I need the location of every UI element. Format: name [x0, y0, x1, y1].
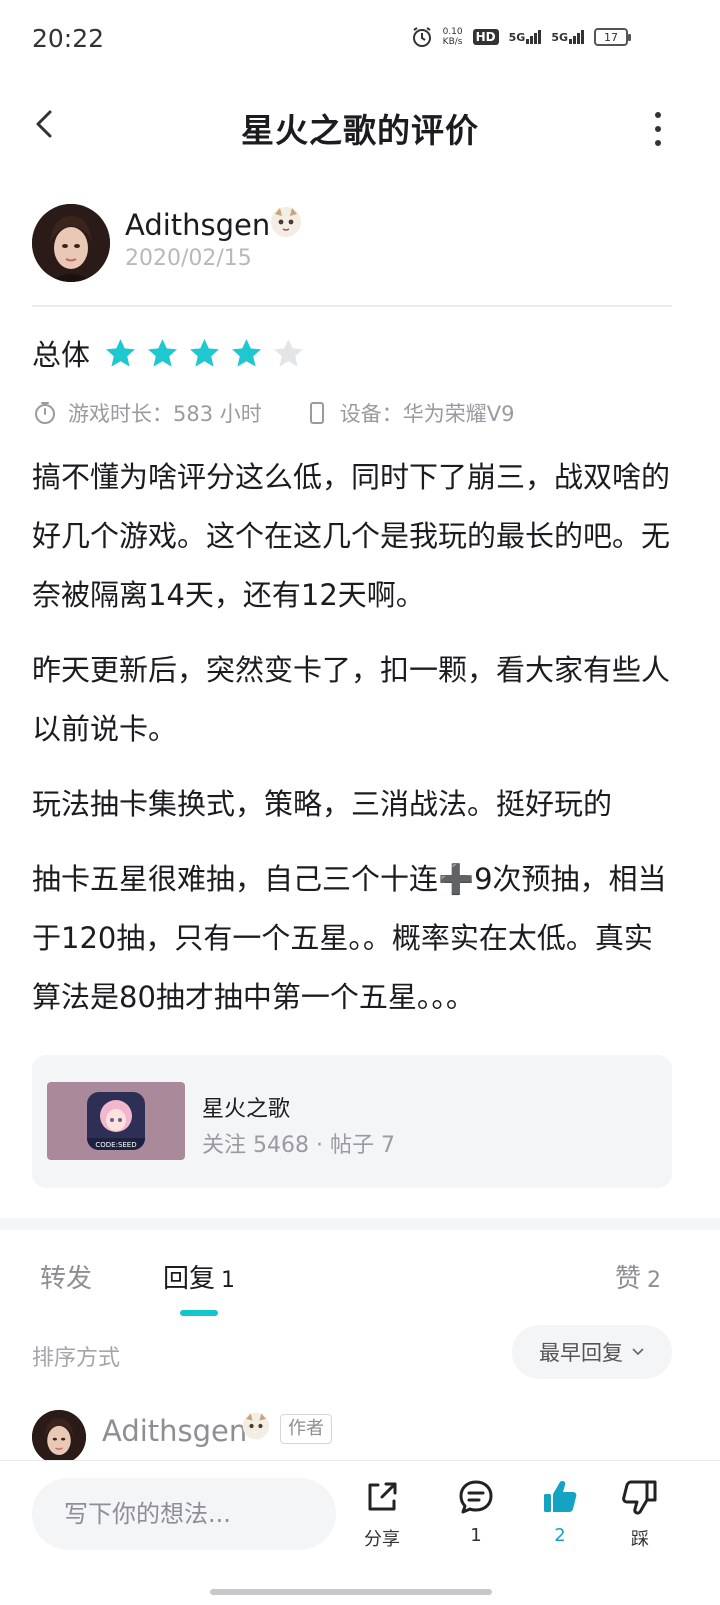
signal-sim1-icon: 5G [509, 30, 542, 44]
section-separator [0, 1218, 720, 1230]
alarm-icon [412, 27, 431, 47]
comment-input[interactable]: 写下你的想法... [32, 1478, 336, 1550]
filled-star-icon [106, 338, 135, 367]
tab-forward[interactable]: 转发 [40, 1258, 92, 1295]
tab-like-label: 赞 [615, 1264, 642, 1294]
page-title: 星火之歌的评价 [241, 111, 479, 150]
empty-star-icon [274, 338, 303, 367]
share-button[interactable]: 分享 [352, 1477, 412, 1551]
tab-like[interactable]: 赞2 [615, 1258, 661, 1295]
author-tag: 作者 [280, 1414, 332, 1444]
review-meta: 游戏时长：583 小时 设备：华为荣耀V9 [32, 398, 515, 428]
sim2-label: 5G [551, 31, 568, 44]
dislike-label: 踩 [631, 1529, 649, 1550]
game-name: 星火之歌 [202, 1097, 291, 1122]
sim1-label: 5G [508, 31, 526, 44]
filled-star-icon [148, 338, 177, 367]
battery-level: 17 [604, 30, 618, 44]
interaction-tabs: 转发 回复 1 赞2 [0, 1250, 720, 1320]
hd-voice-icon: HD [472, 29, 499, 45]
game-logo-text: CODE:SEED [95, 1141, 136, 1149]
tab-reply[interactable]: 回复 1 [163, 1258, 235, 1295]
review-paragraph: 抽卡五星很难抽，自己三个十连➕9次预抽，相当于120抽，只有一个五星。。概率实在… [32, 862, 667, 1014]
share-label: 分享 [364, 1529, 400, 1550]
author-name[interactable]: Adithsgen [125, 208, 270, 242]
tab-reply-count: 1 [221, 1268, 236, 1293]
review-body: 搞不懂为啥评分这么低，同时下了崩三，战双啥的好几个游戏。这个在这几个是我玩的最长… [32, 448, 672, 1043]
comment-count: 1 [470, 1525, 482, 1546]
status-bar: 20:22 0.10 KB/s HD 5G 5G 17 [0, 0, 720, 80]
tab-reply-label: 回复 [163, 1264, 216, 1294]
battery-icon: 17 [594, 28, 631, 46]
playtime: 游戏时长：583 小时 [68, 402, 262, 426]
sort-label: 排序方式 [32, 1346, 121, 1371]
device: 设备：华为荣耀V9 [339, 402, 515, 426]
share-icon [368, 1482, 397, 1511]
more-options-icon[interactable] [652, 112, 664, 146]
reply-author-name[interactable]: Adithsgen [102, 1414, 247, 1448]
stopwatch-icon [35, 402, 55, 424]
game-app-icon: CODE:SEED [87, 1092, 145, 1150]
avatar[interactable] [32, 1410, 86, 1464]
active-tab-indicator [180, 1310, 218, 1316]
avatar-image [32, 204, 110, 282]
creator-badge-icon [242, 1412, 270, 1440]
game-thumbnail: CODE:SEED [47, 1082, 185, 1160]
network-speed-unit: KB/s [442, 37, 463, 47]
bottom-action-bar: 写下你的想法... 分享 1 2 踩 [0, 1460, 720, 1605]
avatar[interactable] [32, 204, 110, 282]
thumbs-down-icon [622, 1480, 657, 1515]
chevron-down-icon [632, 1348, 644, 1356]
game-stats: 关注 5468 · 帖子 7 [202, 1133, 395, 1158]
rating-row: 总体 [32, 333, 305, 373]
review-paragraph: 昨天更新后，突然变卡了，扣一颗，看大家有些人以前说卡。 [32, 653, 671, 746]
divider [32, 305, 672, 307]
game-card[interactable]: CODE:SEED 星火之歌 关注 5468 · 帖子 7 [32, 1055, 672, 1188]
comment-icon [459, 1480, 493, 1514]
like-button[interactable]: 2 [530, 1477, 590, 1546]
sort-selected: 最早回复 [539, 1341, 623, 1365]
thumbs-up-icon [544, 1481, 577, 1512]
signal-sim2-icon: 5G [551, 30, 584, 44]
network-speed-value: 0.10 [442, 27, 463, 37]
rating-label: 总体 [32, 338, 91, 372]
sort-dropdown[interactable]: 最早回复 [512, 1325, 672, 1379]
game-logo: CODE:SEED [87, 1092, 145, 1150]
nav-bar: 星火之歌的评价 [0, 90, 720, 160]
review-paragraph: 搞不懂为啥评分这么低，同时下了崩三，战双啥的好几个游戏。这个在这几个是我玩的最长… [32, 460, 671, 612]
avatar-image [32, 1410, 86, 1464]
comment-button[interactable]: 1 [446, 1477, 506, 1546]
review-date: 2020/02/15 [125, 246, 252, 271]
status-time: 20:22 [32, 24, 105, 53]
review-author: Adithsgen 2020/02/15 [32, 204, 688, 286]
rating-stars [104, 337, 305, 370]
creator-badge-icon [271, 207, 301, 237]
like-count: 2 [554, 1525, 566, 1546]
network-speed: 0.10 KB/s [443, 27, 463, 47]
filled-star-icon [190, 338, 219, 367]
home-indicator [210, 1589, 492, 1595]
tab-like-count: 2 [647, 1268, 662, 1293]
review-paragraph: 玩法抽卡集换式，策略，三消战法。挺好玩的 [32, 787, 613, 821]
status-icons: 0.10 KB/s HD 5G 5G 17 [411, 26, 631, 48]
dislike-button[interactable]: 踩 [610, 1477, 670, 1551]
filled-star-icon [232, 338, 261, 367]
phone-icon [309, 402, 324, 424]
